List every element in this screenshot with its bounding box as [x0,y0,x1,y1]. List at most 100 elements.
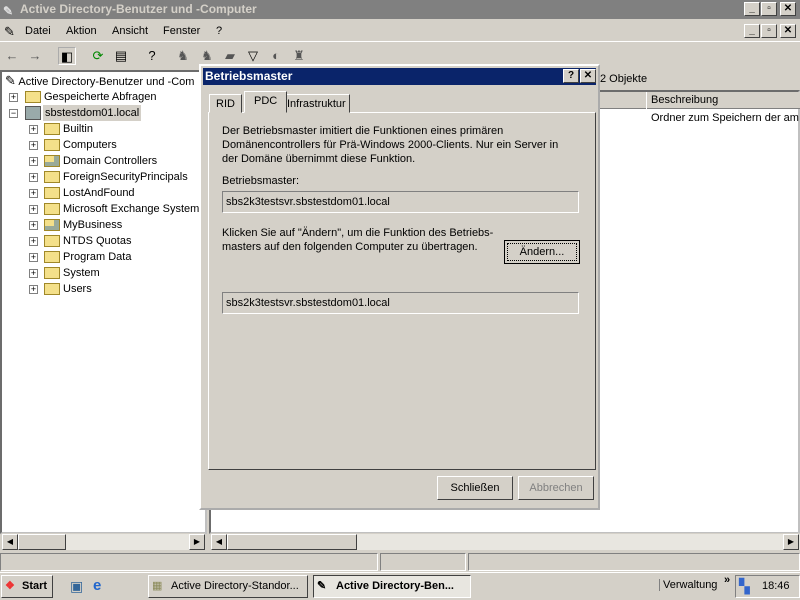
saved-queries-folder-icon [25,91,41,103]
quicklaunch-toolbar-label[interactable]: Verwaltung [659,579,717,591]
folder-icon [44,283,60,295]
tree-item[interactable]: System [63,265,100,281]
tree-item[interactable]: ForeignSecurityPrincipals [63,169,188,185]
scroll-right-icon[interactable]: ▶ [783,534,799,550]
child-minimize-button[interactable]: _ [744,24,760,38]
operations-master-dialog: Betriebsmaster ? ✕ RID PDC Infrastruktur… [199,64,600,510]
menu-aktion[interactable]: Aktion [66,25,97,37]
filter-icon[interactable]: ▽ [244,47,262,65]
tree-item[interactable]: NTDS Quotas [63,233,131,249]
expand-icon[interactable]: + [29,285,38,294]
folder-icon [44,171,60,183]
tab-pdc[interactable]: PDC [244,91,288,113]
tree-item-domain[interactable]: sbstestdom01.local [43,105,142,121]
refresh-icon[interactable]: ⟳ [89,47,107,65]
tree-item[interactable]: MyBusiness [63,217,122,233]
toolbar-chevron[interactable]: » [724,574,730,586]
expand-icon[interactable]: + [29,141,38,150]
scroll-right-icon[interactable]: ▶ [189,534,205,550]
dialog-close-button[interactable]: ✕ [580,69,596,83]
menu-help[interactable]: ? [216,25,222,37]
expand-icon[interactable]: + [29,269,38,278]
change-instructions: Klicken Sie auf "Ändern", um die Funktio… [222,227,494,253]
master-label: Betriebsmaster: [222,175,300,187]
console-root-icon: ✎ [5,73,16,88]
expand-icon[interactable]: + [29,253,38,262]
status-bar-panel [380,553,466,571]
tree-item[interactable]: Microsoft Exchange System [63,201,199,217]
system-tray: ▚ 18:46 [735,575,800,598]
folder-icon [44,203,60,215]
taskbar-item-users[interactable]: ✎ Active Directory-Ben... [313,575,471,598]
clock: 18:46 [762,580,790,592]
folder-icon [44,267,60,279]
child-restore-button[interactable]: ▫ [761,24,777,38]
column-header-description[interactable]: Beschreibung [646,92,718,109]
change-button[interactable]: Ändern... [504,240,580,264]
close-dialog-button[interactable]: Schließen [437,476,513,500]
tree-item-saved-queries[interactable]: Gespeicherte Abfragen [44,89,157,105]
menu-datei[interactable]: Datei [25,25,51,37]
object-count: 2 Objekte [600,73,648,85]
row-description[interactable]: Ordner zum Speichern der am I [651,112,800,124]
start-button[interactable]: ❖ Start [1,575,53,598]
expand-icon[interactable]: + [29,157,38,166]
tree-item[interactable]: Computers [63,137,117,153]
console-icon: ✎ [317,580,327,592]
folder-icon [44,155,60,167]
tree-item[interactable]: Builtin [63,121,93,137]
find-icon: ◐ [272,48,280,63]
export-list-icon[interactable]: ▤ [112,47,130,65]
tree-item[interactable]: Users [63,281,92,297]
tab-infrastruktur[interactable]: Infrastruktur [283,94,350,113]
expand-icon[interactable]: + [29,125,38,134]
pdc-description: Der Betriebsmaster imitiert die Funktion… [222,125,559,165]
new-ou-icon: ▰ [225,48,235,63]
domain-icon [25,106,41,120]
windows-logo-icon: ❖ [5,580,15,592]
taskbar-item-sites[interactable]: ▦ Active Directory-Standor... [148,575,308,598]
task-label: Active Directory-Ben... [336,580,454,592]
tree-item[interactable]: LostAndFound [63,185,135,201]
expand-icon[interactable]: + [29,173,38,182]
expand-icon[interactable]: + [29,189,38,198]
tab-rid[interactable]: RID [209,94,242,113]
tree-item[interactable]: Domain Controllers [63,153,157,169]
expand-icon[interactable]: + [29,205,38,214]
dialog-title: Betriebsmaster [203,68,596,85]
help-icon[interactable]: ? [143,47,161,65]
scroll-left-icon[interactable]: ◀ [2,534,18,550]
expand-icon[interactable]: + [29,221,38,230]
internet-explorer-icon[interactable]: e [93,577,101,594]
scroll-thumb[interactable] [227,534,357,550]
scroll-left-icon[interactable]: ◀ [211,534,227,550]
folder-icon [44,219,60,231]
cancel-button: Abbrechen [518,476,594,500]
minimize-button[interactable]: _ [744,2,760,16]
show-desktop-icon[interactable]: ▣ [70,578,83,595]
current-master-field: sbs2k3testsvr.sbstestdom01.local [222,191,579,213]
tree-item[interactable]: Program Data [63,249,131,265]
expand-icon[interactable]: + [9,93,18,102]
task-label: Active Directory-Standor... [171,580,299,592]
menu-ansicht[interactable]: Ansicht [112,25,148,37]
close-button[interactable]: ✕ [780,2,796,16]
show-tree-icon[interactable]: ◧ [58,47,76,65]
folder-icon [44,187,60,199]
menu-fenster[interactable]: Fenster [163,25,200,37]
forward-icon[interactable]: → [26,47,44,65]
back-icon[interactable]: ← [3,47,21,65]
maximize-button[interactable]: ▫ [761,2,777,16]
target-computer-field: sbs2k3testsvr.sbstestdom01.local [222,292,579,314]
scroll-thumb[interactable] [18,534,66,550]
folder-icon [44,123,60,135]
collapse-icon[interactable]: − [9,109,18,118]
network-icon[interactable]: ▚ [739,578,750,595]
window-title: Active Directory-Benutzer und -Computer [20,2,257,16]
expand-icon[interactable]: + [29,237,38,246]
folder-icon [44,251,60,263]
folder-icon [44,235,60,247]
dialog-help-button[interactable]: ? [563,69,579,83]
child-close-button[interactable]: ✕ [780,24,796,38]
tree-root[interactable]: ✎ Active Directory-Benutzer und -Com [5,73,194,89]
